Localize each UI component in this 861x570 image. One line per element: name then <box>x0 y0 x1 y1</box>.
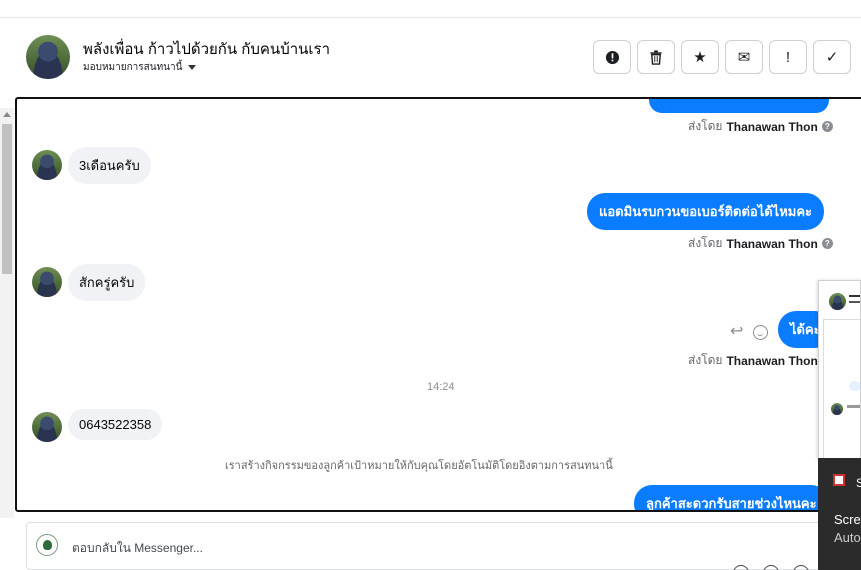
outgoing-message[interactable]: ลูกค้าสะดวกรับสายช่วงไหนคะ <box>634 485 829 510</box>
sent-by-label: ส่งโดย Thanawan Thon ? <box>688 234 833 253</box>
emoji-reaction-icon[interactable] <box>753 325 768 340</box>
alert-circle-icon <box>605 50 619 64</box>
sender-name: Thanawan Thon <box>726 119 818 134</box>
message-timestamp: 14:24 <box>427 381 455 393</box>
page-logo-icon <box>36 534 58 556</box>
snip-tool-icon <box>833 474 845 486</box>
reply-input[interactable]: ตอบกลับใน Messenger... <box>72 539 203 558</box>
toast-app-name: S <box>856 476 861 490</box>
sent-by-label: ส่งโดย Thanawan Thon <box>688 353 818 368</box>
customer-avatar[interactable] <box>32 150 62 180</box>
mail-icon: ✉ <box>737 49 751 66</box>
page-avatar[interactable] <box>26 35 70 79</box>
exclamation-icon: ! <box>785 48 791 66</box>
assign-label: มอบหมายการสนทนานี้ <box>83 62 183 73</box>
header-actions: ★ ✉ ! ✓ <box>593 40 851 74</box>
image-icon[interactable] <box>763 565 779 570</box>
page: พลังเพื่อน ก้าวไปด้วยกัน กับคนบ้านเรา มอ… <box>0 0 861 570</box>
screenshot-toast[interactable]: S Scre Auto <box>818 458 861 570</box>
top-strip <box>0 0 861 18</box>
scrollbar[interactable] <box>0 108 14 518</box>
toast-title: Scre <box>834 512 861 527</box>
sent-by-label: ส่งโดย Thanawan Thon ? <box>688 117 833 136</box>
sender-name: Thanawan Thon <box>726 353 818 368</box>
conversation-header: พลังเพื่อน ก้าวไปด้วยกัน กับคนบ้านเรา มอ… <box>16 19 861 97</box>
star-icon: ★ <box>693 49 707 66</box>
preview-thumbnail[interactable] <box>818 280 861 460</box>
scroll-up-arrow-icon[interactable] <box>3 112 11 117</box>
incoming-message[interactable]: สักครู่ครับ <box>68 264 146 301</box>
reply-icon[interactable]: ↩ <box>730 321 743 341</box>
message-thread[interactable]: ส่งโดย Thanawan Thon ? 3เดือนครับ แอดมิน… <box>15 97 861 512</box>
outgoing-message-partial[interactable] <box>649 99 829 113</box>
incoming-message[interactable]: 0643522358 <box>68 409 163 440</box>
assign-conversation-dropdown[interactable]: มอบหมายการสนทนานี้ <box>83 60 197 75</box>
check-icon: ✓ <box>825 49 839 66</box>
page-title: พลังเพื่อน ก้าวไปด้วยกัน กับคนบ้านเรา <box>83 41 330 58</box>
mark-done-button[interactable]: ✓ <box>813 40 851 74</box>
outgoing-message[interactable]: แอดมินรบกวนขอเบอร์ติดต่อได้ไหมคะ <box>587 193 825 230</box>
follow-up-button[interactable]: ! <box>769 40 807 74</box>
toast-subtitle: Auto <box>834 530 861 545</box>
delete-button[interactable] <box>637 40 675 74</box>
customer-avatar[interactable] <box>32 412 62 442</box>
mail-button[interactable]: ✉ <box>725 40 763 74</box>
incoming-message[interactable]: 3เดือนครับ <box>68 147 151 184</box>
caret-down-icon <box>188 65 197 70</box>
attachment-icon[interactable] <box>733 565 749 570</box>
star-button[interactable]: ★ <box>681 40 719 74</box>
scrollbar-thumb[interactable] <box>2 124 12 274</box>
customer-avatar[interactable] <box>32 267 62 297</box>
preview-avatar <box>831 403 843 415</box>
reply-composer[interactable]: ตอบกลับใน Messenger... <box>26 522 846 570</box>
mark-spam-button[interactable] <box>593 40 631 74</box>
activity-note: เราสร้างกิจกรรมของลูกค้าเป้าหมายให้กับคุ… <box>225 460 613 472</box>
help-icon[interactable]: ? <box>821 238 833 249</box>
composer-tools <box>733 565 809 570</box>
emoji-icon[interactable] <box>793 565 809 570</box>
sender-name: Thanawan Thon <box>726 236 818 251</box>
trash-icon <box>650 49 662 65</box>
preview-avatar <box>829 293 846 310</box>
help-icon[interactable]: ? <box>821 121 833 132</box>
